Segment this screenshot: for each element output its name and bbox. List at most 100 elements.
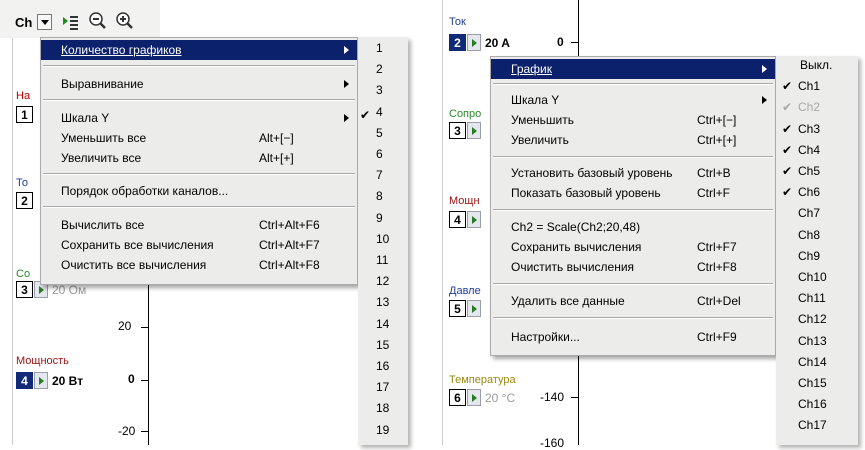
channel-toggle-button[interactable] [467,300,481,317]
graph-count-option[interactable]: 14 [376,317,389,331]
graph-channel-option[interactable]: Ch4 [798,143,820,157]
graph-count-option[interactable]: 7 [376,168,383,182]
graph-channel-option[interactable]: Ch10 [798,270,827,284]
right-panel: Ток 2 20 A 0 Сопро 3 Мощн 4 Давле 5 Темп… [442,0,865,450]
graph-count-option[interactable]: 6 [376,147,383,161]
graph-count-option[interactable]: 17 [376,380,389,394]
menu-item-label: Удалить все данные [511,294,625,308]
menu-item-zoom-in[interactable]: Увеличить Ctrl+[+] [491,130,775,150]
channel-number[interactable]: 3 [449,122,466,139]
graph-count-option[interactable]: 5 [376,126,383,140]
menu-item-y-scale[interactable]: Шкала Y [41,108,357,128]
graph-count-option[interactable]: 13 [376,295,389,309]
channel-toggle-button[interactable] [467,389,481,406]
channel-toggle-button[interactable] [467,211,481,228]
graph-channel-option[interactable]: Ch17 [798,418,827,432]
graph-channel-option[interactable]: Ch1 [798,79,820,93]
menu-item-set-baseline[interactable]: Установить базовый уровень Ctrl+B [491,163,775,183]
channel-6-right[interactable]: 6 20 °C [449,389,515,406]
channel-number[interactable]: 4 [449,211,466,228]
graph-count-option[interactable]: 3 [376,83,383,97]
graph-count-option[interactable]: 16 [376,359,389,373]
menu-item-shortcut: Ctrl+Alt+F6 [259,218,320,232]
graph-count-option[interactable]: 18 [376,401,389,415]
channel-number[interactable]: 5 [449,300,466,317]
channel-number[interactable]: 3 [16,281,33,298]
menu-separator [43,99,355,101]
graph-count-option[interactable]: 2 [376,62,383,76]
graph-count-option[interactable]: 15 [376,338,389,352]
channel-1[interactable]: 1 [16,106,33,123]
list-icon[interactable] [62,13,80,31]
graph-channel-option[interactable]: Ch12 [798,312,827,326]
menu-item-channel-order[interactable]: Порядок обработки каналов... [41,181,357,201]
menu-item-zoom-in-all[interactable]: Увеличить все Alt+[+] [41,148,357,168]
check-icon: ✔ [782,100,793,115]
menu-item-graph-count[interactable]: Количество графиков [41,40,357,60]
channel-number[interactable]: 1 [16,106,33,123]
graph-channel-option[interactable]: Ch3 [798,122,820,136]
menu-item-y-scale[interactable]: Шкала Y [491,90,775,110]
zoom-out-icon[interactable] [88,11,108,31]
graph-count-option[interactable]: 8 [376,189,383,203]
graph-count-option[interactable]: 10 [376,232,389,246]
channel-5-right[interactable]: 5 [449,300,481,317]
graph-channel-option[interactable]: Ch13 [798,334,827,348]
menu-item-zoom-out[interactable]: Уменьшить Ctrl+[−] [491,110,775,130]
graph-channel-option[interactable]: Ch5 [798,164,820,178]
graph-count-option[interactable]: 19 [376,423,389,437]
ch-dropdown-button[interactable] [37,14,52,30]
menu-separator [493,317,773,319]
menu-item-delete-data[interactable]: Удалить все данные Ctrl+Del [491,291,775,311]
channel-4[interactable]: 4 20 Вт [16,372,83,389]
menu-item-show-baseline[interactable]: Показать базовый уровень Ctrl+F [491,183,775,203]
channel-3-right[interactable]: 3 [449,122,481,139]
graph-count-option[interactable]: 11 [376,253,388,267]
menu-item-formula[interactable]: Ch2 = Scale(Ch2;20,48) [491,217,775,237]
zoom-in-icon[interactable] [115,11,135,31]
graph-channel-option[interactable]: Выкл. [800,58,832,72]
graph-channel-option[interactable]: Ch9 [798,249,820,263]
menu-item-label: Шкала Y [511,93,560,107]
menu-item-label: Настройки... [511,330,580,344]
menu-item-save-calc[interactable]: Сохранить вычисления Ctrl+F7 [491,237,775,257]
channel-toggle-button[interactable] [467,122,481,139]
channel-value: 20 A [485,35,510,50]
graph-channel-option[interactable]: Ch15 [798,376,827,390]
graph-channel-option[interactable]: Ch11 [798,291,826,305]
menu-item-shortcut: Alt+[−] [259,131,294,145]
graph-channel-option[interactable]: Ch7 [798,206,820,220]
menu-item-clear-calc[interactable]: Очистить вычисления Ctrl+F8 [491,257,775,277]
channel-name: Ток [449,16,466,28]
channel-number[interactable]: 2 [449,34,466,51]
graph-count-option[interactable]: 1 [376,41,383,55]
graph-channel-option[interactable]: Ch6 [798,185,820,199]
channel-number[interactable]: 2 [16,192,33,209]
submenu-arrow-icon [344,114,349,122]
menu-item-settings[interactable]: Настройки... Ctrl+F9 [491,327,775,347]
channel-4-right[interactable]: 4 [449,211,481,228]
partial-label-so: Со [16,268,31,280]
toolbar: Ch [0,0,160,38]
menu-item-graph[interactable]: График [491,59,775,79]
graph-count-option[interactable]: 12 [376,274,389,288]
channel-2[interactable]: 2 [16,192,33,209]
menu-item-clear-all[interactable]: Очистить все вычисления Ctrl+Alt+F8 [41,255,357,275]
graph-channel-option[interactable]: Ch14 [798,355,827,369]
tick-mark [141,431,148,432]
channel-number[interactable]: 4 [16,372,33,389]
channel-toggle-button[interactable] [467,34,481,51]
menu-item-zoom-out-all[interactable]: Уменьшить все Alt+[−] [41,128,357,148]
menu-item-alignment[interactable]: Выравнивание [41,74,357,94]
channel-toggle-button[interactable] [34,372,48,389]
graph-channel-option[interactable]: Ch8 [798,228,820,242]
channel-2-right[interactable]: 2 20 A [449,34,510,51]
graph-channel-option[interactable]: Ch16 [798,397,827,411]
menu-item-save-all[interactable]: Сохранить все вычисления Ctrl+Alt+F7 [41,235,357,255]
graph-channel-option[interactable]: Ch2 [798,100,820,114]
graph-count-option[interactable]: 9 [376,211,383,225]
channel-number[interactable]: 6 [449,389,466,406]
menu-item-shortcut: Ctrl+F9 [697,330,737,344]
menu-item-compute-all[interactable]: Вычислить все Ctrl+Alt+F6 [41,215,357,235]
graph-count-option[interactable]: 4 [376,105,383,119]
